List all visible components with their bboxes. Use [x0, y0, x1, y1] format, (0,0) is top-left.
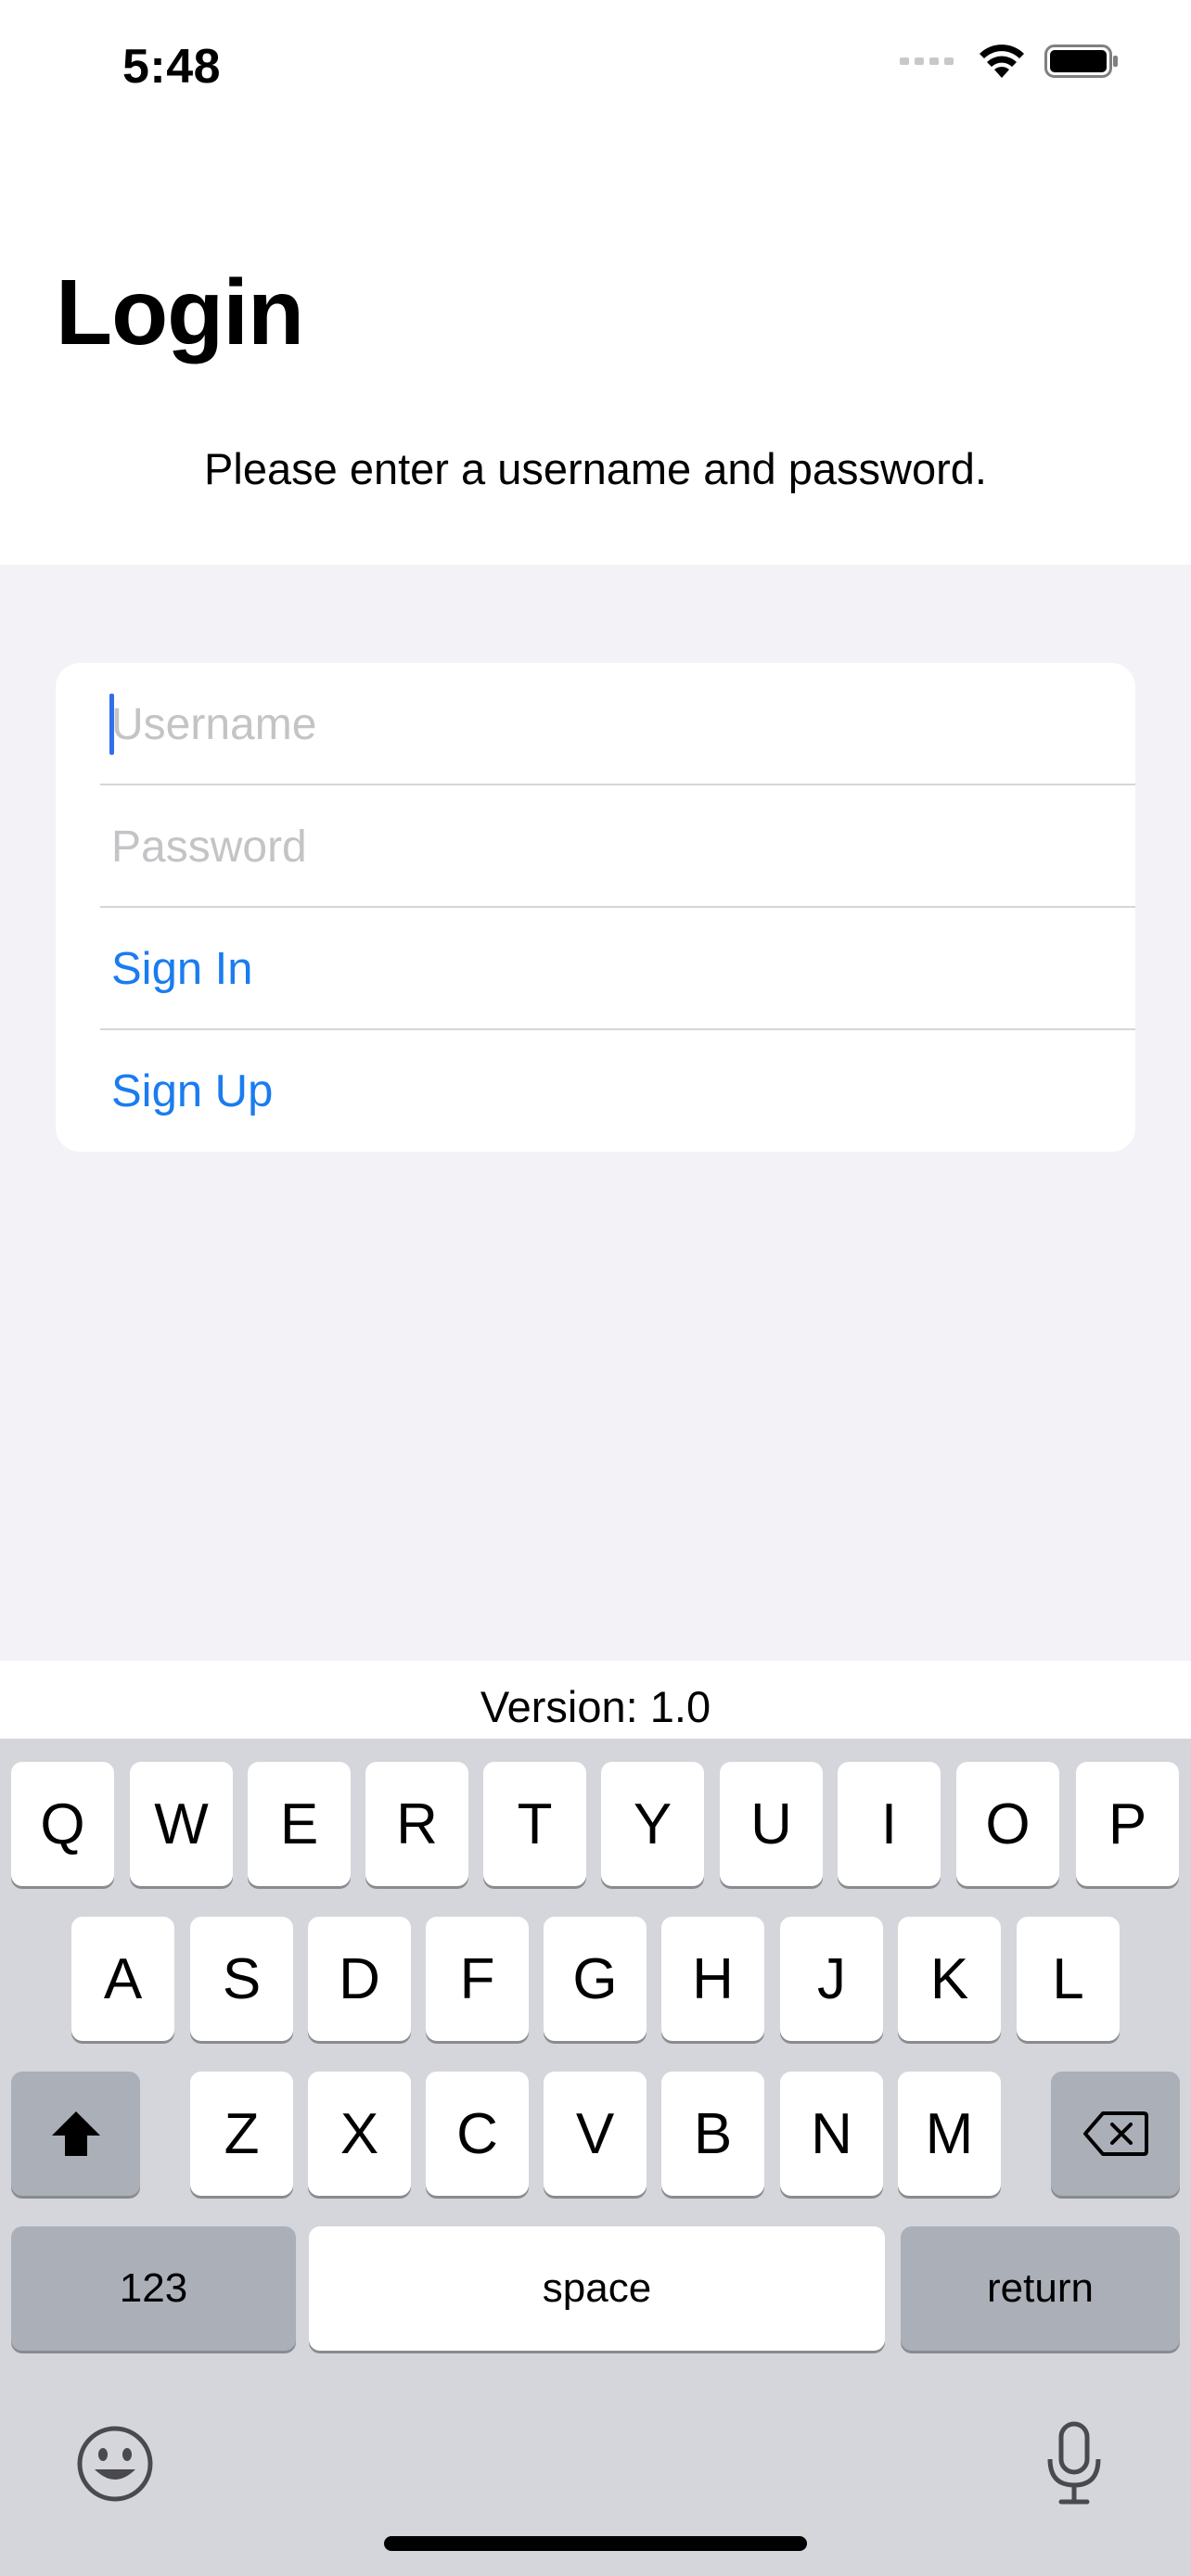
space-key[interactable]: space [309, 2226, 885, 2351]
key-f[interactable]: F [426, 1917, 529, 2041]
key-x[interactable]: X [308, 2072, 411, 2196]
backspace-icon [1082, 2111, 1148, 2156]
version-footer: Version: 1.0 [0, 1661, 1191, 1739]
status-time: 5:48 [122, 40, 222, 94]
sign-in-row: Sign In [56, 908, 1135, 1030]
key-v[interactable]: V [544, 2072, 647, 2196]
page-subtitle: Please enter a username and password. [204, 444, 987, 493]
username-input[interactable] [111, 663, 1095, 785]
key-h[interactable]: H [661, 1917, 764, 2041]
key-o[interactable]: O [956, 1762, 1059, 1886]
key-b[interactable]: B [661, 2072, 764, 2196]
key-r[interactable]: R [365, 1762, 468, 1886]
home-indicator [384, 2536, 807, 2551]
login-screen: 5:48 Login Please enter a username and p… [0, 0, 1191, 2576]
cellular-signal-icon [900, 57, 954, 65]
sign-up-row: Sign Up [56, 1030, 1135, 1152]
page-title: Login [56, 261, 304, 364]
key-z[interactable]: Z [190, 2072, 293, 2196]
return-key[interactable]: return [901, 2226, 1180, 2351]
battery-icon [1044, 45, 1118, 78]
key-e[interactable]: E [248, 1762, 351, 1886]
status-bar: 5:48 [0, 0, 1191, 139]
version-label: Version: 1.0 [480, 1682, 711, 1731]
key-q[interactable]: Q [11, 1762, 114, 1886]
key-d[interactable]: D [308, 1917, 411, 2041]
emoji-icon[interactable] [76, 2425, 154, 2503]
shift-key[interactable] [11, 2072, 140, 2196]
key-j[interactable]: J [780, 1917, 883, 2041]
sign-in-button[interactable]: Sign In [111, 908, 253, 1030]
key-g[interactable]: G [544, 1917, 647, 2041]
password-input[interactable] [111, 785, 1095, 908]
key-w[interactable]: W [130, 1762, 233, 1886]
status-icons [900, 43, 1121, 80]
text-cursor [109, 694, 114, 755]
key-t[interactable]: T [483, 1762, 586, 1886]
key-a[interactable]: A [71, 1917, 174, 2041]
key-i[interactable]: I [838, 1762, 941, 1886]
numbers-key[interactable]: 123 [11, 2226, 296, 2351]
login-form-card: Sign In Sign Up [56, 663, 1135, 1152]
keyboard: Q W E R T Y U I O P A S D F G H J K L Z … [0, 1739, 1191, 2576]
key-s[interactable]: S [190, 1917, 293, 2041]
username-row [56, 663, 1135, 785]
key-u[interactable]: U [720, 1762, 823, 1886]
sign-up-button[interactable]: Sign Up [111, 1030, 273, 1152]
key-p[interactable]: P [1076, 1762, 1179, 1886]
key-m[interactable]: M [898, 2072, 1001, 2196]
key-n[interactable]: N [780, 2072, 883, 2196]
password-row [56, 785, 1135, 908]
key-k[interactable]: K [898, 1917, 1001, 2041]
key-l[interactable]: L [1017, 1917, 1120, 2041]
key-c[interactable]: C [426, 2072, 529, 2196]
shift-icon [51, 2111, 100, 2156]
key-y[interactable]: Y [601, 1762, 704, 1886]
microphone-icon[interactable] [1044, 2420, 1104, 2506]
backspace-key[interactable] [1051, 2072, 1180, 2196]
wifi-icon [980, 45, 1024, 78]
